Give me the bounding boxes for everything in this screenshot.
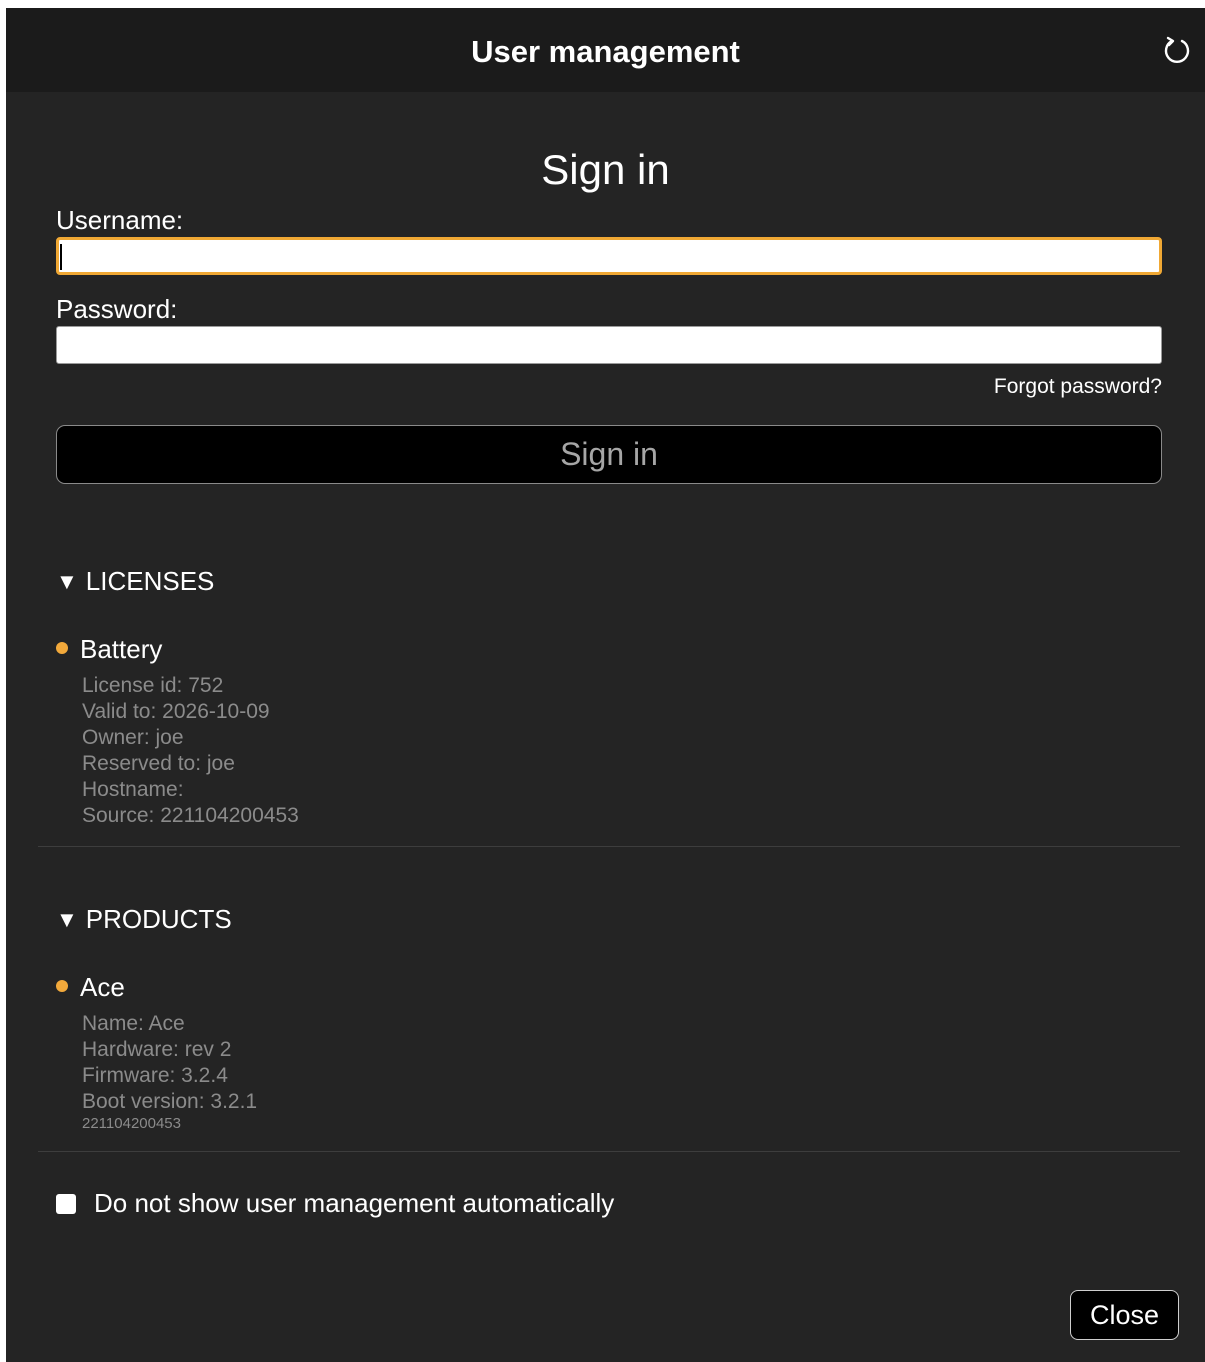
triangle-down-icon: ▼ [56,907,78,932]
user-management-window: User management Sign in Username: Passwo… [6,8,1205,1362]
product-firmware: Firmware: 3.2.4 [82,1064,228,1087]
password-input[interactable] [56,326,1162,364]
refresh-icon[interactable] [1162,36,1192,66]
license-owner: Owner: joe [82,726,184,749]
product-item-title: Ace [56,972,125,1002]
text-caret [60,244,62,270]
licenses-section-header[interactable]: ▼ LICENSES [56,566,214,597]
window-title: User management [471,34,740,69]
license-name: Battery [80,634,163,664]
license-reserved-to: Reserved to: joe [82,752,235,775]
products-section-header[interactable]: ▼ PRODUCTS [56,904,232,935]
signin-button[interactable]: Sign in [56,425,1162,484]
divider [38,1151,1180,1152]
triangle-down-icon: ▼ [56,569,78,594]
divider [38,846,1180,847]
signin-heading: Sign in [541,146,670,193]
license-id: License id: 752 [82,674,224,697]
license-valid-to: Valid to: 2026-10-09 [82,700,270,723]
license-source: Source: 221104200453 [82,804,299,827]
close-button[interactable]: Close [1070,1290,1179,1340]
password-label: Password: [56,294,178,324]
username-input[interactable] [56,237,1162,275]
status-dot-icon [56,980,68,992]
forgot-password-link[interactable]: Forgot password? [994,374,1162,400]
product-hardware: Hardware: rev 2 [82,1038,232,1061]
licenses-header-label: LICENSES [85,566,215,596]
username-label: Username: [56,205,184,235]
auto-show-option: Do not show user management automaticall… [56,1188,614,1218]
license-hostname: Hostname: [82,778,184,801]
title-bar: User management [6,8,1205,92]
product-details: Name: Ace Hardware: rev 2 Firmware: 3.2.… [82,1011,257,1133]
status-dot-icon [56,642,68,654]
license-item-title: Battery [56,634,162,664]
product-boot-version: Boot version: 3.2.1 [82,1090,258,1113]
product-name-detail: Name: Ace [82,1012,185,1035]
products-header-label: PRODUCTS [85,904,232,934]
license-details: License id: 752 Valid to: 2026-10-09 Own… [82,673,299,829]
product-serial: 221104200453 [82,1115,181,1132]
auto-show-label[interactable]: Do not show user management automaticall… [94,1188,614,1218]
auto-show-checkbox[interactable] [56,1194,76,1214]
product-name: Ace [80,972,125,1002]
